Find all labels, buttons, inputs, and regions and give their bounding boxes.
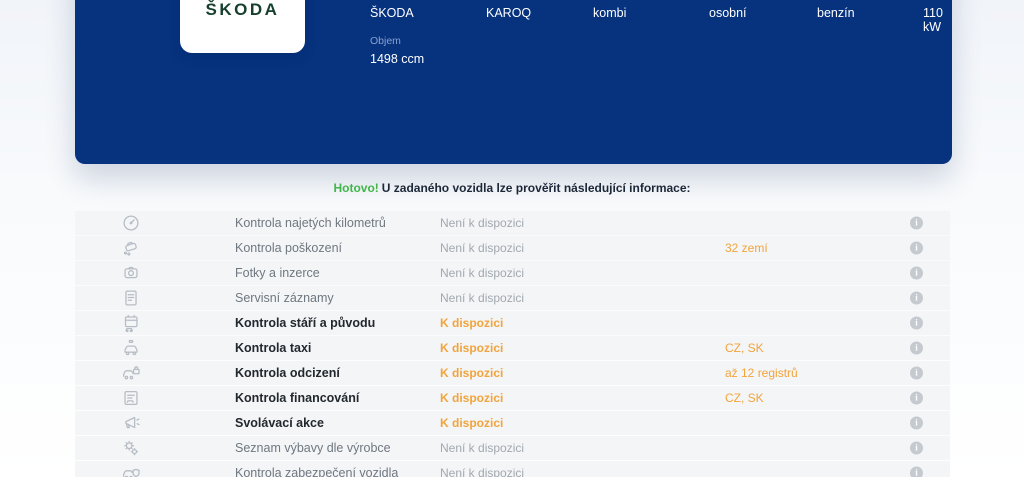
megaphone-icon <box>120 412 142 434</box>
check-status: Není k dispozici <box>440 266 524 280</box>
table-row[interactable]: Servisní záznamy Není k dispozici <box>75 286 950 310</box>
info-icon[interactable] <box>910 417 923 430</box>
table-row[interactable]: Kontrola odcizení K dispozici kontrolová… <box>75 361 950 385</box>
field-brand: Tovární značka ŠKODA <box>370 0 441 20</box>
gauge-icon <box>120 212 142 234</box>
checked-value: CZ, SK <box>725 341 764 355</box>
check-label: Kontrola najetých kilometrů <box>235 216 386 230</box>
result-status-line: Hotovo! U zadaného vozidla lze prověřit n… <box>0 181 1024 195</box>
vehicle-summary-panel: ŠKODA TMBJR7NUXJ2007073 ✓ kontrolní čísl… <box>75 0 952 164</box>
info-icon[interactable] <box>910 242 923 255</box>
vin-check-page: ŠKODA TMBJR7NUXJ2007073 ✓ kontrolní čísl… <box>0 0 1024 477</box>
check-status: K dispozici <box>440 391 503 405</box>
camera-icon <box>120 262 142 284</box>
table-row[interactable]: Fotky a inzerce Není k dispozici <box>75 261 950 285</box>
table-row[interactable]: Kontrola najetých kilometrů Není k dispo… <box>75 211 950 235</box>
table-row[interactable]: Seznam výbavy dle výrobce Není k dispozi… <box>75 436 950 460</box>
service-book-icon <box>120 287 142 309</box>
check-label: Kontrola taxi <box>235 341 311 355</box>
info-icon[interactable] <box>910 442 923 455</box>
check-status: Není k dispozici <box>440 291 524 305</box>
status-text: U zadaného vozidla lze prověřit následuj… <box>382 181 691 195</box>
check-status: K dispozici <box>440 416 503 430</box>
info-icon[interactable] <box>910 392 923 405</box>
calendar-car-icon <box>120 312 142 334</box>
field-model: Model KAROQ <box>486 0 531 20</box>
check-label: Kontrola odcizení <box>235 366 340 380</box>
status-highlight: Hotovo! <box>333 181 378 195</box>
info-icon[interactable] <box>910 342 923 355</box>
check-status: K dispozici <box>440 366 503 380</box>
table-row[interactable]: Svolávací akce K dispozici <box>75 411 950 435</box>
finance-doc-icon <box>120 387 142 409</box>
info-icon[interactable] <box>910 367 923 380</box>
check-status: Není k dispozici <box>440 441 524 455</box>
field-fuel: Palivo benzín <box>817 0 855 20</box>
check-status: K dispozici <box>440 316 503 330</box>
check-status: Není k dispozici <box>440 241 524 255</box>
info-icon[interactable] <box>910 467 923 477</box>
car-lock-icon <box>120 362 142 384</box>
check-label: Kontrola poškození <box>235 241 342 255</box>
info-icon[interactable] <box>910 292 923 305</box>
field-vehicle-kind: Druh vozidla osobní <box>709 0 767 20</box>
check-status: Není k dispozici <box>440 466 524 477</box>
check-label: Kontrola financování <box>235 391 359 405</box>
check-label: Servisní záznamy <box>235 291 334 305</box>
check-status: K dispozici <box>440 341 503 355</box>
table-row[interactable]: Kontrola taxi K dispozici kontrolováno: … <box>75 336 950 360</box>
checked-value: CZ, SK <box>725 391 764 405</box>
check-label: Svolávací akce <box>235 416 324 430</box>
car-damage-icon <box>120 237 142 259</box>
table-row[interactable]: Kontrola zabezpečení vozidla Není k disp… <box>75 461 950 477</box>
gears-icon <box>120 437 142 459</box>
info-icon[interactable] <box>910 217 923 230</box>
field-body-type: Typ karosérie kombi <box>593 0 656 20</box>
table-row[interactable]: Kontrola financování K dispozici kontrol… <box>75 386 950 410</box>
info-icon[interactable] <box>910 317 923 330</box>
taxi-icon <box>120 337 142 359</box>
info-icon[interactable] <box>910 267 923 280</box>
check-label: Fotky a inzerce <box>235 266 320 280</box>
table-row[interactable]: Kontrola poškození Není k dispozici kont… <box>75 236 950 260</box>
check-label: Seznam výbavy dle výrobce <box>235 441 391 455</box>
car-shield-icon <box>120 462 142 477</box>
field-engine-volume: Objem 1498 ccm <box>370 35 424 66</box>
checks-table: Kontrola najetých kilometrů Není k dispo… <box>75 211 950 477</box>
checked-value: až 12 registrů <box>725 366 798 380</box>
checked-value: 32 zemí <box>725 241 768 255</box>
check-status: Není k dispozici <box>440 216 524 230</box>
table-row[interactable]: Kontrola stáří a původu K dispozici <box>75 311 950 335</box>
brand-logo-card: ŠKODA <box>180 0 305 53</box>
field-power: Výkon 110 kW <box>923 0 952 34</box>
check-label: Kontrola stáří a původu <box>235 316 375 330</box>
check-label: Kontrola zabezpečení vozidla <box>235 466 398 477</box>
skoda-wordmark: ŠKODA <box>180 0 305 20</box>
